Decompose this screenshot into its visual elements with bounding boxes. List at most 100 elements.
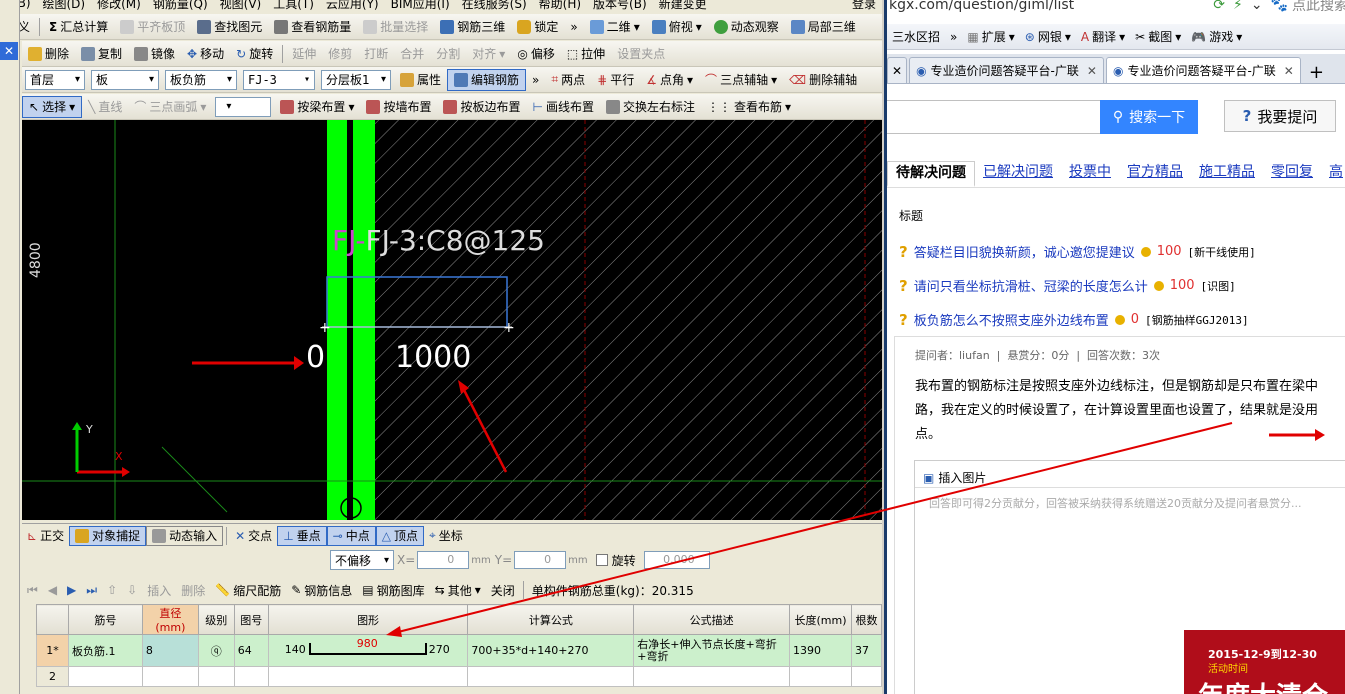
- menu-version[interactable]: 版本号(B): [587, 0, 653, 14]
- menu-rebar[interactable]: 钢筋量(Q): [147, 0, 214, 14]
- first-record-icon[interactable]: ⏮: [22, 583, 43, 598]
- other-menu-button[interactable]: ⇆ 其他 ▾: [430, 582, 486, 599]
- fav-screenshot[interactable]: ✂ 截图 ▾: [1130, 28, 1186, 45]
- move-down-icon[interactable]: ⇩: [122, 583, 142, 597]
- offset-mode-select[interactable]: 不偏移: [330, 550, 394, 570]
- place-by-slab-edge-button[interactable]: 按板边布置: [437, 96, 526, 118]
- three-point-axis-button[interactable]: ⌒ 三点辅轴 ▾: [699, 69, 783, 91]
- x-input[interactable]: 0: [417, 551, 470, 569]
- more-chevron-icon[interactable]: »: [564, 16, 583, 38]
- find-element-button[interactable]: 查找图元: [191, 16, 268, 38]
- type-select[interactable]: 板: [91, 69, 159, 90]
- search-button[interactable]: ⚲ 搜索一下: [1100, 100, 1198, 134]
- tab-voting[interactable]: 投票中: [1061, 161, 1119, 187]
- fav-translate[interactable]: A 翻译 ▾: [1076, 28, 1130, 45]
- dimension-left-value[interactable]: 0: [306, 340, 325, 375]
- menu-new-change[interactable]: 新建变更: [653, 0, 713, 14]
- subtype-select[interactable]: 板负筋: [165, 69, 237, 90]
- tab-construction[interactable]: 施工精品: [1191, 161, 1263, 187]
- question-title[interactable]: 答疑栏目旧貌换新颜，诚心邀您提建议: [914, 242, 1135, 261]
- offset-button[interactable]: ◎ 偏移: [511, 43, 561, 65]
- tab-more[interactable]: 高: [1321, 161, 1345, 187]
- col-header[interactable]: 筋号: [67, 604, 143, 635]
- menu-bim[interactable]: BIM应用(I): [385, 0, 456, 14]
- tab-close-prev[interactable]: ✕: [887, 57, 908, 83]
- set-grip-button[interactable]: 设置夹点: [611, 43, 671, 65]
- tab-solved[interactable]: 已解决问题: [975, 161, 1061, 187]
- break-button[interactable]: 打断: [358, 43, 394, 65]
- rebar-library-button[interactable]: ▤ 钢筋图库: [357, 582, 429, 599]
- tab-pending[interactable]: 待解决问题: [887, 161, 975, 187]
- rebar-3d-button[interactable]: 钢筋三维: [434, 16, 511, 38]
- cell-count[interactable]: [850, 666, 882, 687]
- local-3d-button[interactable]: 局部三维: [785, 16, 862, 38]
- menu-draw[interactable]: 绘图(D): [37, 0, 92, 14]
- cell-shape[interactable]: [267, 666, 469, 687]
- place-by-wall-button[interactable]: 按墙布置: [360, 96, 437, 118]
- menu-tools[interactable]: 工具(T): [267, 0, 320, 14]
- cell-grade[interactable]: [197, 666, 235, 687]
- vertex-snap[interactable]: △ 顶点: [375, 525, 424, 546]
- question-title[interactable]: 请问只看坐标抗滑桩、冠梁的长度怎么计: [914, 276, 1148, 295]
- lightning-icon[interactable]: ⚡: [1233, 0, 1243, 13]
- top-view-dropdown[interactable]: 俯视 ▾: [646, 16, 708, 38]
- insert-row-button[interactable]: 插入: [142, 582, 176, 599]
- move-up-icon[interactable]: ⇧: [102, 583, 122, 597]
- cell-formula[interactable]: 700+35*d+140+270: [467, 634, 635, 667]
- copy-button[interactable]: 复制: [75, 43, 128, 65]
- line-button[interactable]: ╲ 直线: [82, 96, 128, 118]
- intersection-snap[interactable]: ✕ 交点: [230, 526, 277, 546]
- merge-button[interactable]: 合并: [394, 43, 430, 65]
- rotate-checkbox[interactable]: [595, 554, 608, 566]
- fav-extension[interactable]: ▦ 扩展 ▾: [962, 28, 1019, 45]
- refresh-icon[interactable]: ⟳: [1213, 0, 1225, 13]
- fav-games[interactable]: 🎮 游戏 ▾: [1186, 28, 1247, 45]
- more-chevron-icon[interactable]: »: [945, 30, 962, 44]
- menu-help[interactable]: 帮助(H): [533, 0, 587, 14]
- col-header[interactable]: 图号: [233, 604, 269, 635]
- fav-bank[interactable]: ⊛ 网银 ▾: [1020, 28, 1076, 45]
- trim-button[interactable]: 修剪: [322, 43, 358, 65]
- extend-button[interactable]: 延伸: [286, 43, 322, 65]
- browser-tab[interactable]: ◉ 专业造价问题答疑平台-广联 ✕: [909, 57, 1104, 83]
- point-angle-button[interactable]: ∡ 点角 ▾: [640, 69, 699, 91]
- dynamic-orbit-button[interactable]: 动态观察: [708, 16, 785, 38]
- coordinate-snap[interactable]: ⌖ 坐标: [424, 526, 468, 546]
- search-placeholder[interactable]: 点此搜索: [1292, 0, 1345, 15]
- next-record-icon[interactable]: ▶: [62, 583, 81, 597]
- col-header[interactable]: 根数: [850, 604, 882, 635]
- prev-record-icon[interactable]: ◀: [43, 583, 62, 597]
- swap-labels-button[interactable]: 交换左右标注: [600, 96, 701, 118]
- fav-sanshui[interactable]: 三水区招: [887, 28, 945, 45]
- rotate-button[interactable]: ↻ 旋转: [230, 43, 279, 65]
- split-button[interactable]: 分割: [430, 43, 466, 65]
- cell-count[interactable]: 37: [850, 634, 882, 667]
- midpoint-snap[interactable]: ⊸ 中点: [326, 525, 376, 546]
- align-button[interactable]: 对齐 ▾: [466, 43, 511, 65]
- perpendicular-snap[interactable]: ⊥ 垂点: [277, 525, 327, 546]
- row-number[interactable]: 1*: [36, 634, 69, 667]
- drawing-canvas[interactable]: + + 4800 FJ-FJ-3:C8@125 0 1000 X Y: [22, 120, 882, 520]
- close-tab-icon[interactable]: ✕: [1087, 64, 1097, 78]
- col-header[interactable]: 公式描述: [633, 604, 791, 635]
- promo-banner[interactable]: 2015-12-9到12-30 活动时间 年度大清仓: [1184, 630, 1345, 694]
- move-button[interactable]: ✥ 移动: [181, 43, 230, 65]
- cell-diameter[interactable]: [141, 666, 199, 687]
- scaled-rebar-button[interactable]: 📏 缩尺配筋: [210, 582, 286, 599]
- arc-button[interactable]: ⌒ 三点画弧 ▾: [128, 96, 212, 118]
- col-header[interactable]: 图形: [267, 604, 469, 635]
- cell-figure-no[interactable]: [233, 666, 269, 687]
- dimension-right-value[interactable]: 1000: [395, 340, 471, 375]
- delete-row-button[interactable]: 删除: [176, 582, 210, 599]
- arc-option-select[interactable]: [215, 96, 272, 117]
- cell-bar-name[interactable]: 板负筋.1: [67, 634, 143, 667]
- tab-zero-reply[interactable]: 零回复: [1263, 161, 1321, 187]
- new-tab-icon[interactable]: +: [1303, 62, 1330, 83]
- lock-button[interactable]: 锁定: [511, 16, 564, 38]
- chevron-down-icon[interactable]: ⌄: [1251, 0, 1263, 13]
- cell-bar-name[interactable]: [67, 666, 143, 687]
- rebar-annotation[interactable]: FJ-FJ-3:C8@125: [332, 224, 545, 257]
- table-row[interactable]: 1* 板负筋.1 8 ⓠ 64 140 980 270 700+35*d+140…: [36, 634, 882, 667]
- menu-online[interactable]: 在线服务(S): [456, 0, 533, 14]
- cell-figure-no[interactable]: 64: [233, 634, 269, 667]
